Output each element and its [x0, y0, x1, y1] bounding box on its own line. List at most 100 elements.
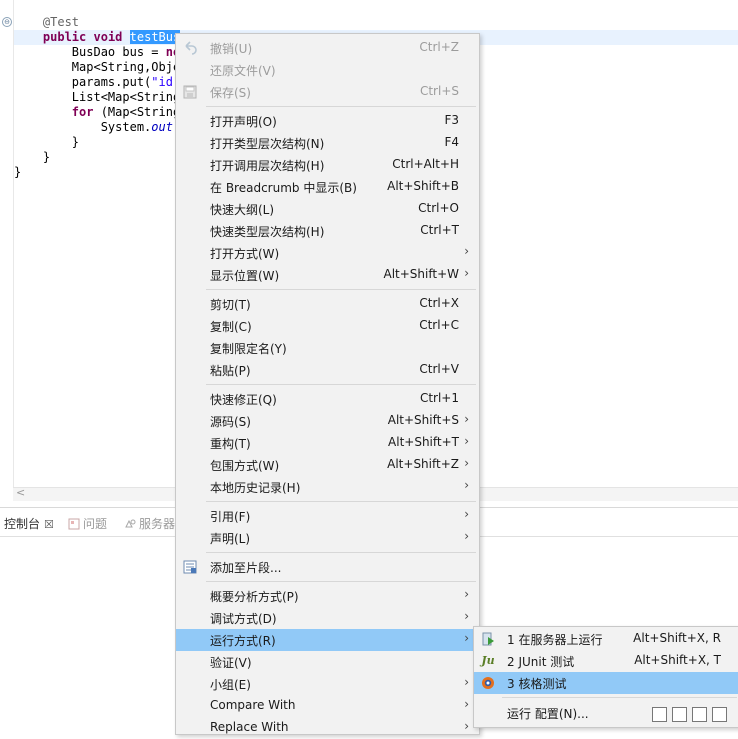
- menu-item-label: 源码(S): [210, 415, 251, 429]
- menu-item[interactable]: 剪切(T) Ctrl+X: [176, 293, 479, 315]
- menu-item-label: 引用(F): [210, 510, 251, 524]
- menu-item[interactable]: 在 Breadcrumb 中显示(B) Alt+Shift+B: [176, 176, 479, 198]
- menu-item[interactable]: 调试方式(D) ›: [176, 607, 479, 629]
- menu-item[interactable]: 复制限定名(Y): [176, 337, 479, 359]
- code-line[interactable]: for (Map<String: [14, 105, 180, 120]
- code-line[interactable]: public void testBus: [14, 30, 181, 45]
- menu-item-shortcut: Ctrl+Z: [419, 40, 459, 54]
- chevron-right-icon: ›: [464, 244, 469, 258]
- junit-icon: Ju: [481, 654, 495, 667]
- menu-item[interactable]: 声明(L) ›: [176, 527, 479, 549]
- scroll-left-arrow-icon[interactable]: <: [16, 486, 25, 499]
- menu-item-label: 保存(S): [210, 86, 251, 100]
- code-line[interactable]: @Test: [14, 15, 180, 30]
- menu-item-label: 打开声明(O): [210, 115, 277, 129]
- menu-item-shortcut: Ctrl+T: [420, 223, 459, 237]
- checkbox[interactable]: [672, 707, 687, 722]
- menu-item-label: 声明(L): [210, 532, 251, 546]
- menu-item-label: 重构(T): [210, 437, 251, 451]
- menu-item[interactable]: 小组(E) ›: [176, 673, 479, 695]
- chevron-right-icon: ›: [464, 266, 469, 280]
- close-icon[interactable]: ☒: [44, 518, 54, 531]
- menu-item: 撤销(U) Ctrl+Z: [176, 37, 479, 59]
- code-token: @Test: [42, 15, 80, 29]
- menu-item[interactable]: 引用(F) ›: [176, 505, 479, 527]
- code-line[interactable]: }: [14, 135, 180, 150]
- menu-item[interactable]: 添加至片段...: [176, 556, 479, 578]
- menu-item[interactable]: 包围方式(W) Alt+Shift+Z ›: [176, 454, 479, 476]
- code-line[interactable]: params.put("id": [14, 75, 180, 90]
- menu-item[interactable]: 重构(T) Alt+Shift+T ›: [176, 432, 479, 454]
- tab-console-label: 控制台: [4, 517, 41, 531]
- submenu-item[interactable]: Ju 2 JUnit 测试 Alt+Shift+X, T: [474, 650, 738, 672]
- menu-item-shortcut: Ctrl+S: [419, 84, 459, 98]
- menu-item[interactable]: 复制(C) Ctrl+C: [176, 315, 479, 337]
- code-line[interactable]: }: [14, 165, 180, 180]
- code-token: BusDao bus =: [71, 45, 166, 59]
- menu-item[interactable]: 打开类型层次结构(N) F4: [176, 132, 479, 154]
- tab-servers[interactable]: 服务器: [124, 515, 175, 532]
- menu-item[interactable]: 打开调用层次结构(H) Ctrl+Alt+H: [176, 154, 479, 176]
- submenu-item[interactable]: 1 在服务器上运行 Alt+Shift+X, R: [474, 628, 738, 650]
- gear-icon: [480, 675, 496, 691]
- menu-item[interactable]: 源码(S) Alt+Shift+S ›: [176, 410, 479, 432]
- menu-item[interactable]: 概要分析方式(P) ›: [176, 585, 479, 607]
- code-line[interactable]: }: [14, 150, 180, 165]
- menu-item[interactable]: 快速大纲(L) Ctrl+O: [176, 198, 479, 220]
- code-area[interactable]: @Test public void testBus BusDao bus = n…: [14, 15, 181, 180]
- save-icon: [182, 84, 198, 100]
- menu-separator: [206, 106, 476, 107]
- chevron-right-icon: ›: [464, 456, 469, 470]
- menu-item-shortcut: Ctrl+C: [419, 318, 459, 332]
- menu-item-shortcut: Ctrl+1: [419, 391, 459, 405]
- tab-console[interactable]: 控制台 ☒: [4, 515, 54, 532]
- chevron-right-icon: ›: [464, 631, 469, 645]
- code-token: }: [42, 150, 51, 164]
- menu-item-shortcut: Ctrl+V: [419, 362, 459, 376]
- menu-item-label: 打开方式(W): [210, 247, 280, 261]
- menu-item[interactable]: 粘贴(P) Ctrl+V: [176, 359, 479, 381]
- checkbox[interactable]: [652, 707, 667, 722]
- menu-item[interactable]: Replace With ›: [176, 717, 479, 739]
- code-token: testBus: [129, 30, 181, 44]
- menu-item[interactable]: 显示位置(W) Alt+Shift+W ›: [176, 264, 479, 286]
- menu-item-label: Compare With: [210, 698, 296, 712]
- menu-item-label: 打开类型层次结构(N): [210, 137, 325, 151]
- code-line[interactable]: Map<String,Obje: [14, 60, 180, 75]
- menu-item-label: 验证(V): [210, 656, 252, 670]
- chevron-right-icon: ›: [464, 587, 469, 601]
- menu-item[interactable]: 快速类型层次结构(H) Ctrl+T: [176, 220, 479, 242]
- menu-item[interactable]: 运行方式(R) ›: [176, 629, 479, 651]
- code-token: for: [71, 105, 94, 119]
- menu-separator: [206, 289, 476, 290]
- code-token: void: [93, 30, 123, 44]
- checkbox[interactable]: [712, 707, 727, 722]
- chevron-right-icon: ›: [464, 697, 469, 711]
- tab-problems[interactable]: 问题: [68, 515, 107, 532]
- menu-item[interactable]: 本地历史记录(H) ›: [176, 476, 479, 498]
- menu-item[interactable]: 打开方式(W) ›: [176, 242, 479, 264]
- run-as-submenu: 1 在服务器上运行 Alt+Shift+X, R Ju 2 JUnit 测试 Alt+S…: [473, 626, 738, 728]
- code-line[interactable]: List<Map<String: [14, 90, 180, 105]
- fold-marker-icon[interactable]: ⊖: [2, 17, 12, 27]
- menu-item-label: 快速大纲(L): [210, 203, 275, 217]
- menu-item[interactable]: 快速修正(Q) Ctrl+1: [176, 388, 479, 410]
- code-token: }: [14, 165, 22, 179]
- menu-item-label: 添加至片段...: [210, 561, 282, 575]
- code-line[interactable]: System.out.: [14, 120, 181, 135]
- menu-item-label: 复制(C): [210, 320, 252, 334]
- chevron-right-icon: ›: [464, 675, 469, 689]
- code-line[interactable]: BusDao bus = ne: [14, 45, 180, 60]
- menu-item[interactable]: Compare With ›: [176, 695, 479, 717]
- menu-item-shortcut: Ctrl+O: [418, 201, 459, 215]
- menu-item-label: 撤销(U): [210, 42, 253, 56]
- menu-item[interactable]: 打开声明(O) F3: [176, 110, 479, 132]
- menu-item[interactable]: 验证(V): [176, 651, 479, 673]
- submenu-item[interactable]: 3 核格测试: [474, 672, 738, 694]
- checkbox[interactable]: [692, 707, 707, 722]
- menu-item-label: 还原文件(V): [210, 64, 276, 78]
